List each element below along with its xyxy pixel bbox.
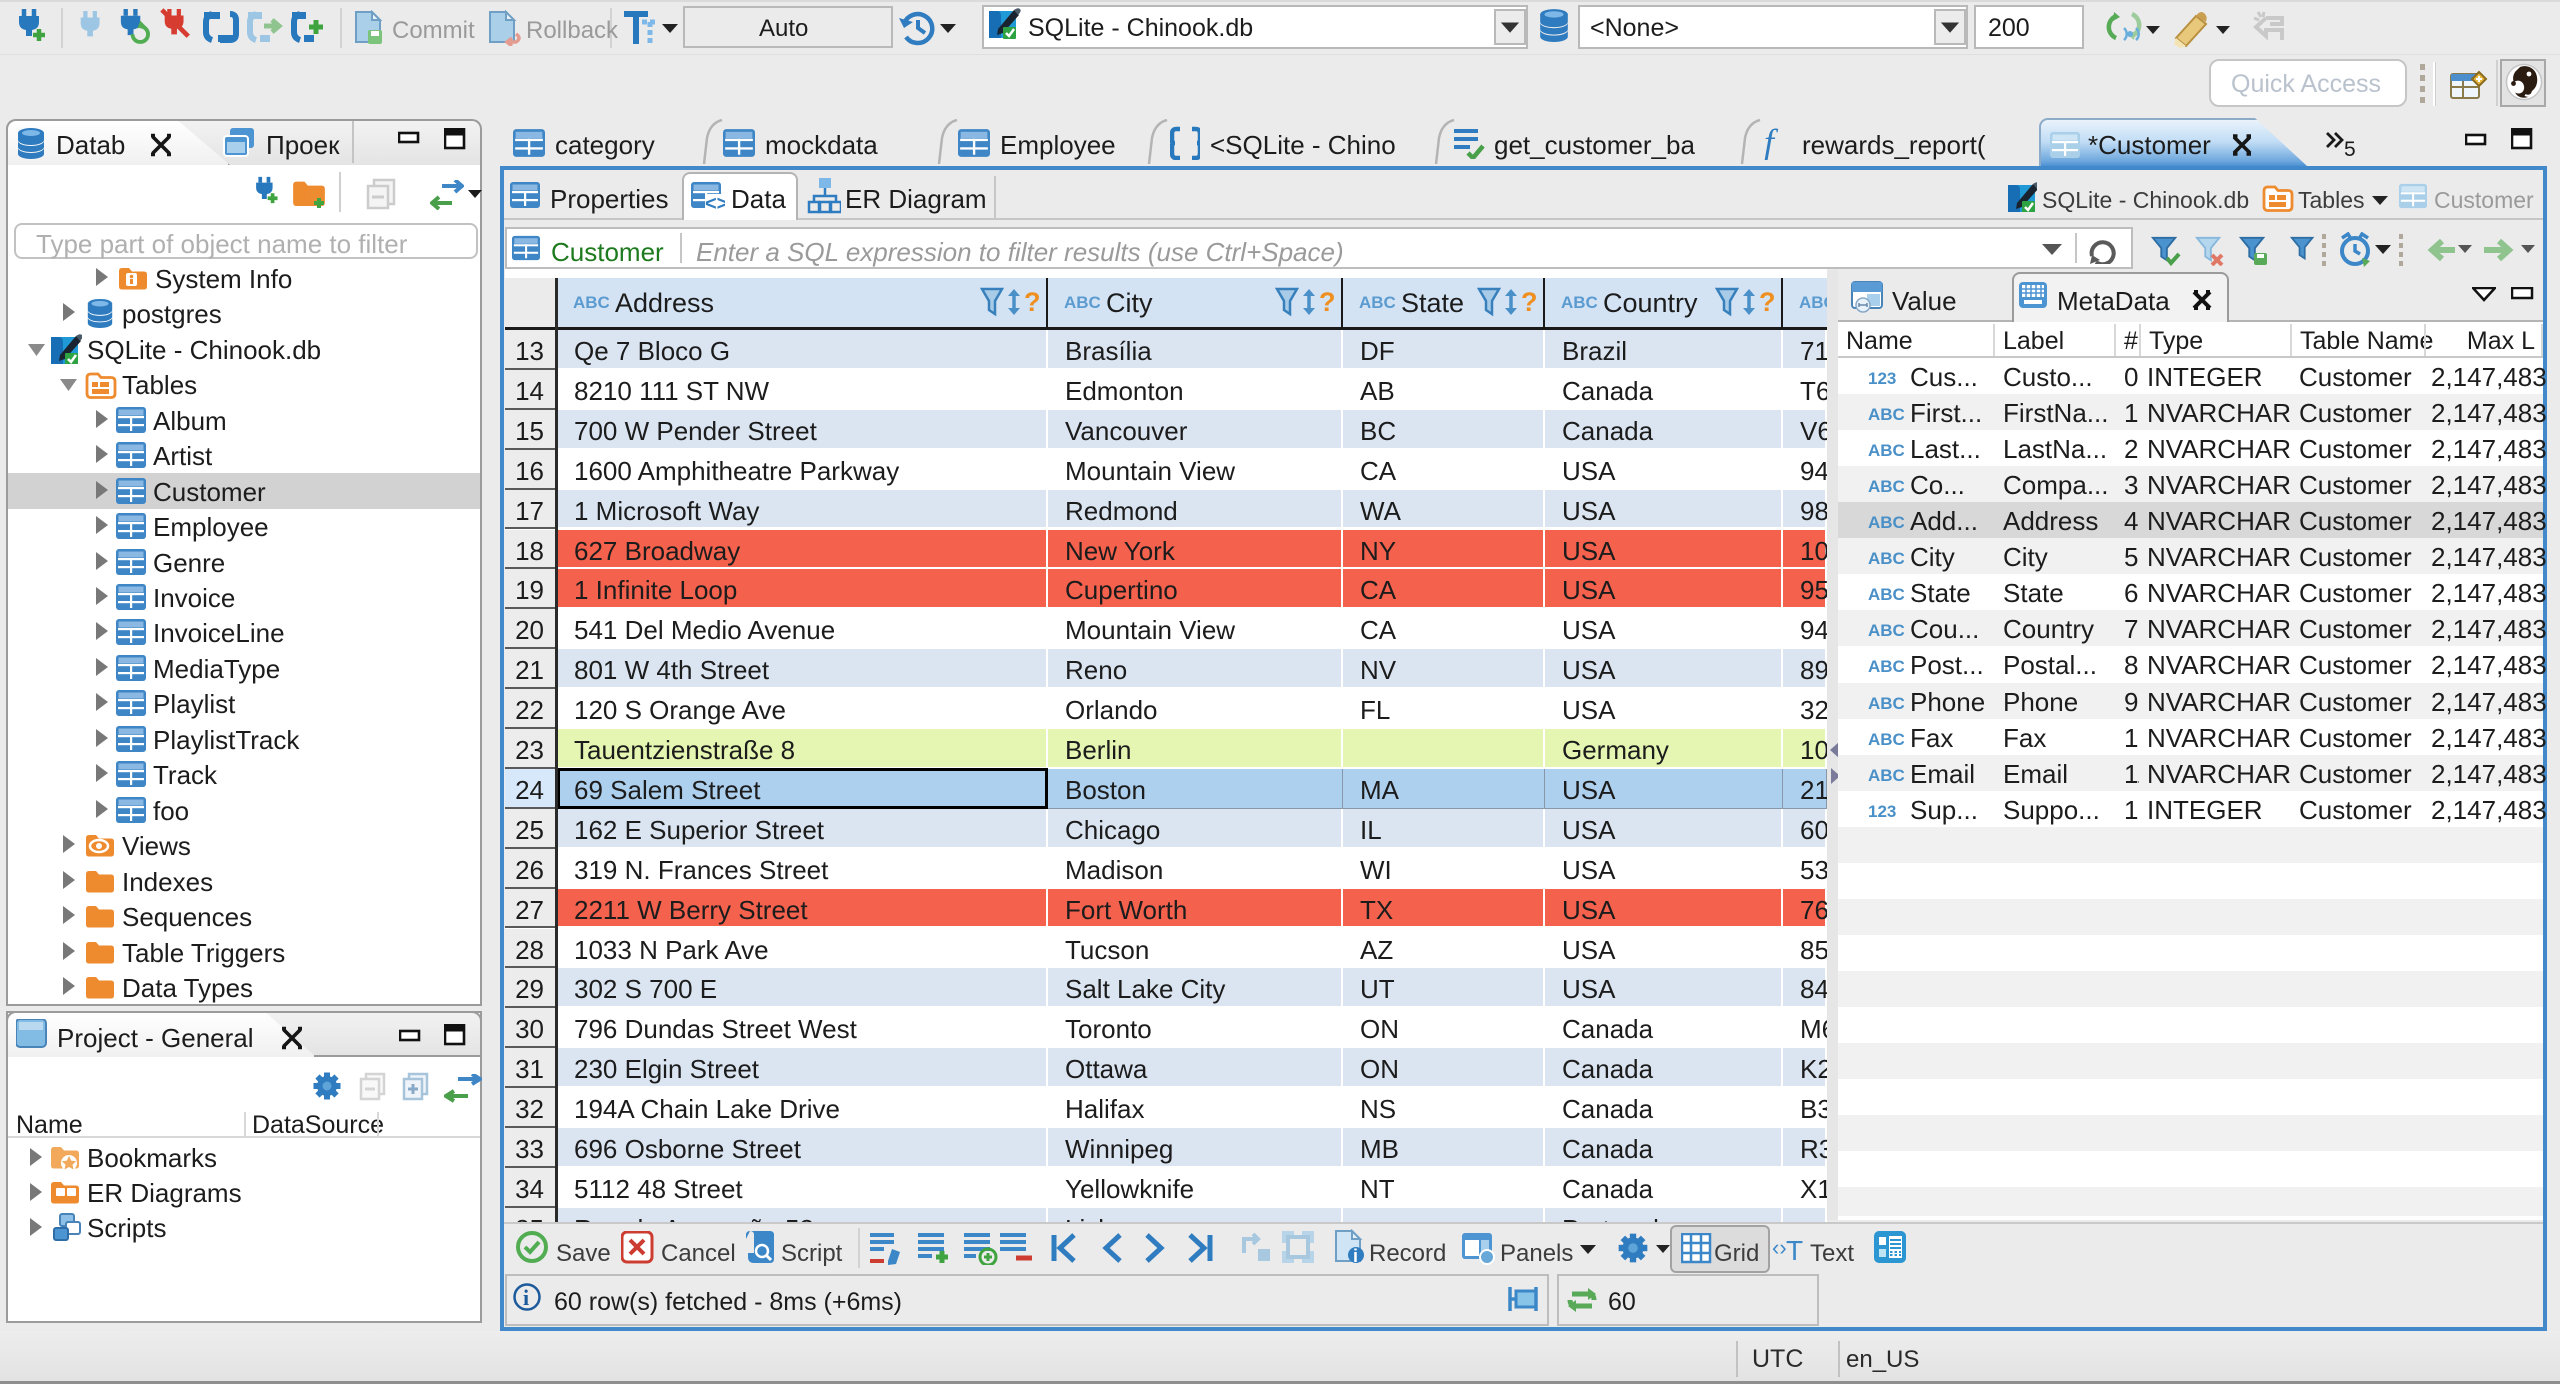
svg-text:<>: <> (705, 193, 725, 212)
svg-text:T: T (1786, 1235, 1803, 1265)
svg-text:ABC: ABC (1359, 293, 1395, 312)
svg-text:ABC: ABC (1868, 694, 1904, 713)
svg-text:ABC: ABC (1868, 441, 1904, 460)
svg-text:ABC: ABC (1868, 549, 1904, 568)
svg-text:123: 123 (1868, 802, 1896, 821)
svg-text:5: 5 (2344, 138, 2356, 158)
svg-text:f: f (1764, 124, 1779, 160)
svg-text:ABC: ABC (1064, 293, 1100, 312)
svg-text:i: i (1353, 1246, 1358, 1266)
svg-text:ABC: ABC (1561, 293, 1597, 312)
svg-text:ABC: ABC (573, 293, 609, 312)
svg-text:ABC: ABC (1868, 730, 1904, 749)
svg-text:123: 123 (1868, 369, 1896, 388)
svg-text:ABC: ABC (1868, 477, 1904, 496)
svg-text:‹›: ‹› (1772, 1235, 1787, 1260)
svg-text:ABC: ABC (1868, 657, 1904, 676)
svg-text:ABC: ABC (1868, 405, 1904, 424)
svg-text:ABC: ABC (1868, 766, 1904, 785)
svg-text:ABC: ABC (1868, 513, 1904, 532)
svg-text:ABC: ABC (1868, 585, 1904, 604)
svg-text:ABC: ABC (1868, 621, 1904, 640)
svg-text:i: i (523, 1285, 529, 1310)
